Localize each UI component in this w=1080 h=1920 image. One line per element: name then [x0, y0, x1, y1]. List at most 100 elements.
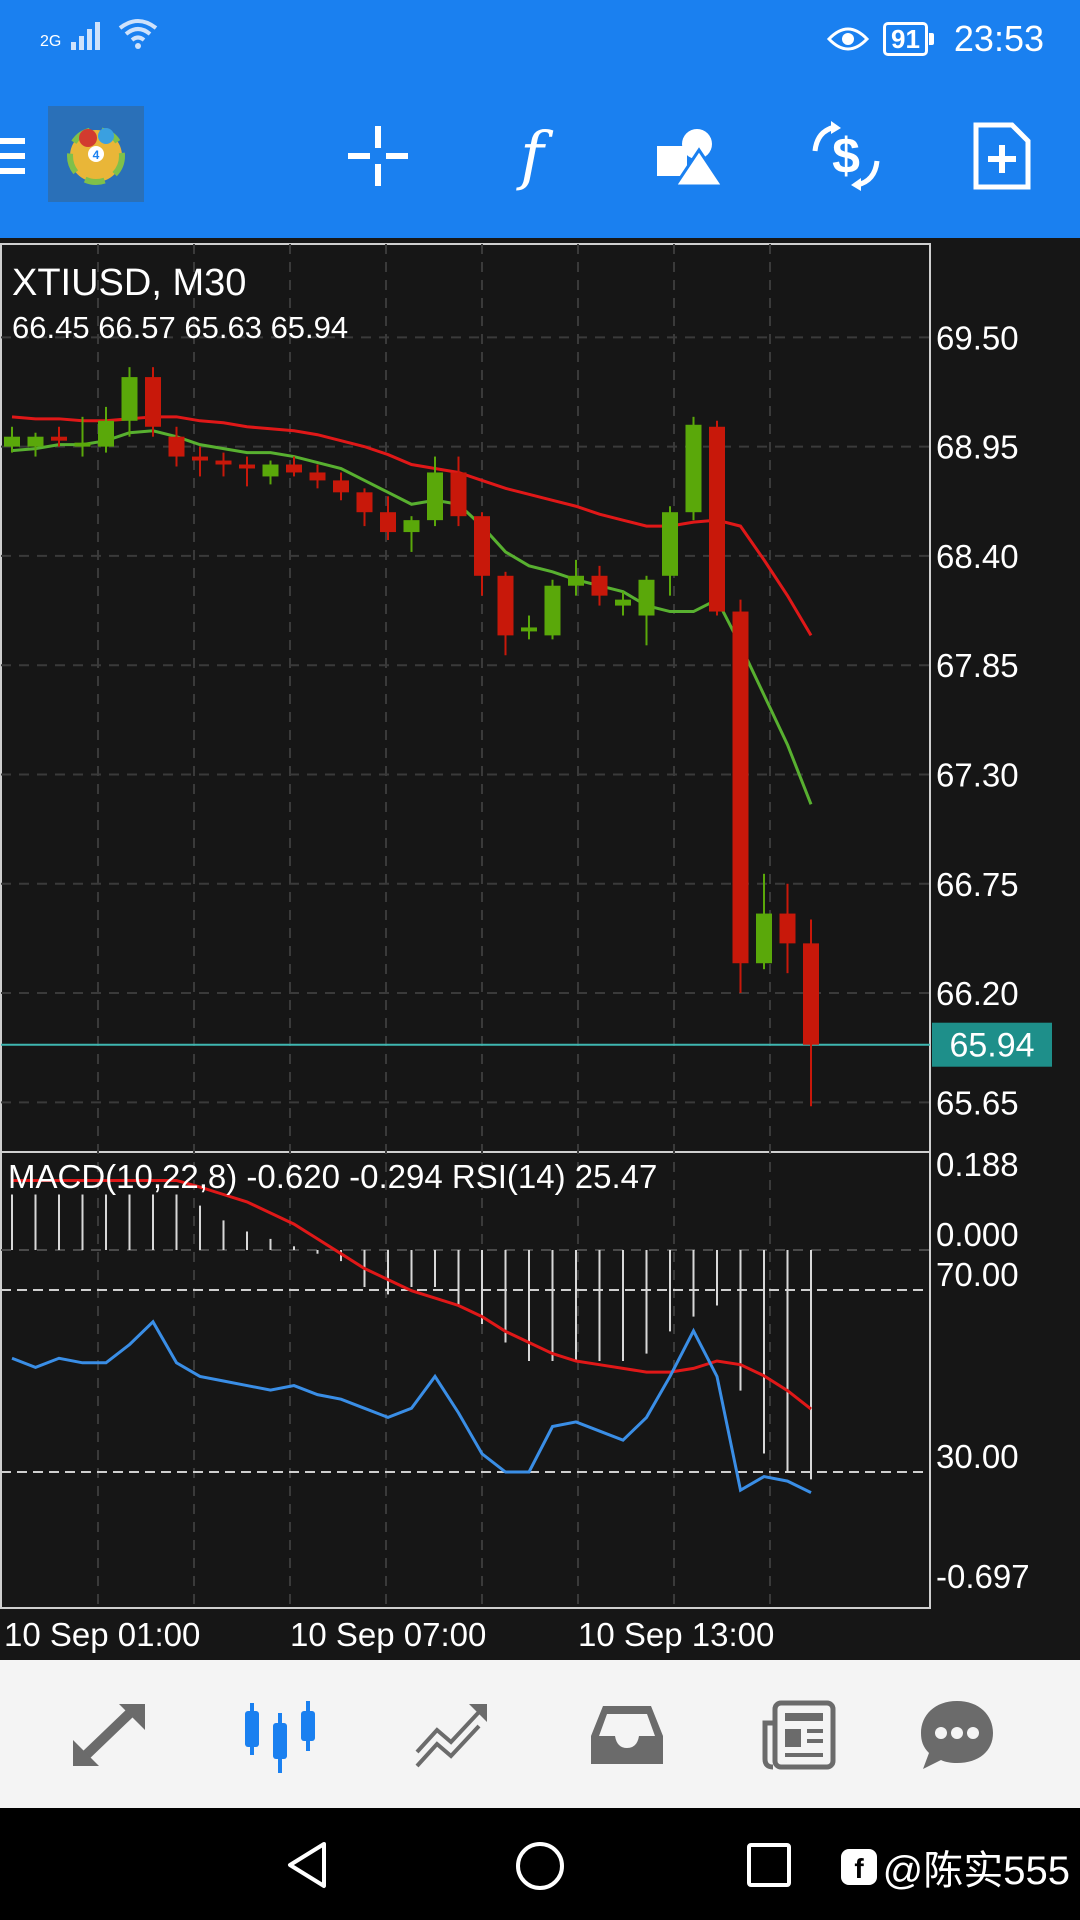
candle-body	[74, 442, 91, 447]
candle-body	[403, 520, 420, 533]
current-price-value: 65.94	[949, 1027, 1034, 1065]
symbol-button[interactable]: $	[804, 114, 888, 198]
nav-trade[interactable]	[408, 1690, 498, 1780]
candle-body	[380, 512, 396, 533]
indicator-tick-label: -0.697	[936, 1558, 1030, 1595]
shapes-icon	[657, 129, 725, 188]
nav-history[interactable]	[582, 1690, 672, 1780]
chart-symbol-title: XTIUSD, M30	[12, 262, 247, 304]
candle-body	[709, 426, 725, 612]
time-axis-label: 10 Sep 07:00	[290, 1616, 486, 1653]
candle-body	[756, 913, 772, 964]
inbox-icon	[591, 1706, 663, 1764]
candle-body	[544, 585, 561, 636]
candle-body	[262, 464, 279, 477]
newspaper-icon	[762, 1700, 836, 1770]
system-navigation-bar: f @陈实555	[0, 1808, 1080, 1920]
price-tick-label: 66.20	[936, 975, 1019, 1012]
indicator-tick-label: 70.00	[936, 1256, 1019, 1293]
macd-signal-line	[12, 1178, 812, 1411]
back-icon[interactable]	[284, 1840, 330, 1890]
candle-body	[450, 472, 467, 517]
mt4-logo[interactable]: 4	[48, 106, 144, 202]
wifi-icon	[119, 19, 158, 49]
price-tick-label: 69.50	[936, 319, 1019, 356]
watermark: f @陈实555	[839, 1838, 1070, 1896]
candle-body	[286, 464, 302, 473]
candle-body	[309, 472, 326, 481]
candle-body	[662, 512, 678, 576]
network-type: 2G	[40, 33, 62, 50]
battery-indicator: 91	[882, 22, 934, 56]
crosshair-button[interactable]	[336, 114, 420, 198]
bottom-navigation	[0, 1660, 1080, 1808]
rsi-line	[11, 1319, 812, 1494]
chart-toolbar: 4 f $	[0, 76, 1080, 238]
svg-text:$: $	[832, 128, 860, 184]
candle-body	[497, 575, 514, 636]
candle-body	[803, 943, 819, 1045]
document-plus-icon	[973, 122, 1031, 190]
objects-button[interactable]	[648, 114, 732, 198]
home-icon[interactable]	[514, 1840, 566, 1892]
price-tick-label: 65.65	[936, 1084, 1019, 1121]
svg-text:4: 4	[93, 148, 100, 162]
candle-body	[779, 913, 796, 944]
candle-body	[168, 436, 185, 457]
candle-body	[638, 579, 655, 616]
candle-body	[4, 436, 20, 447]
candles-icon	[245, 1701, 315, 1773]
recents-icon[interactable]	[746, 1842, 792, 1888]
signal-group: 2G	[40, 16, 159, 50]
eye-icon	[826, 27, 869, 51]
watermark-text: @陈实555	[882, 1849, 1070, 1893]
price-tick-label: 66.75	[936, 866, 1019, 903]
signal-icon	[71, 22, 101, 50]
nav-quotes[interactable]	[64, 1690, 154, 1780]
candle-body	[51, 436, 67, 441]
price-tick-label: 68.95	[936, 429, 1019, 466]
ohlc-values: 66.45 66.57 65.63 65.94	[12, 310, 349, 345]
candle-body	[427, 472, 443, 521]
candle-body	[145, 377, 161, 427]
candle-body	[356, 492, 373, 513]
quotes-icon	[73, 1704, 145, 1766]
candle-body	[521, 627, 537, 632]
chart-area[interactable]: 69.50 68.95 68.40 67.85 67.30 66.75 66.20 65.65…	[0, 238, 1080, 1660]
time-axis-label: 10 Sep 13:00	[578, 1616, 774, 1653]
candle-body	[27, 436, 44, 447]
chart-canvas[interactable]: 69.50 68.95 68.40 67.85 67.30 66.75 66.20 65.65…	[0, 238, 1080, 1660]
status-right: 91 23:53	[826, 18, 1044, 60]
price-tick-label: 67.85	[936, 647, 1019, 684]
nav-news[interactable]	[754, 1690, 844, 1780]
candle-body	[98, 420, 114, 447]
new-order-button[interactable]	[960, 114, 1044, 198]
weibo-logo-icon: f	[840, 1849, 877, 1885]
trade-icon	[415, 1704, 487, 1768]
function-icon: f	[520, 119, 544, 193]
svg-text:f: f	[854, 1853, 864, 1884]
price-tick-label: 68.40	[936, 538, 1019, 575]
crosshair-icon	[348, 126, 408, 186]
status-bar: 2G 91 23:53	[0, 0, 1080, 76]
globe-icon: 4	[67, 127, 125, 185]
candle-body	[192, 456, 208, 461]
candle-body	[615, 599, 631, 606]
price-tick-label: 67.30	[936, 756, 1019, 793]
candle-body	[732, 611, 749, 964]
indicators-button[interactable]: f	[490, 114, 574, 198]
menu-icon	[0, 138, 25, 174]
nav-chat[interactable]	[912, 1690, 1002, 1780]
chat-icon	[921, 1701, 993, 1769]
dollar-arrows-icon: $	[812, 121, 880, 191]
candle-body	[121, 377, 138, 421]
candle-body	[685, 424, 702, 513]
nav-chart[interactable]	[236, 1690, 326, 1780]
candle-body	[474, 516, 490, 576]
candle-body	[591, 575, 608, 596]
clock: 23:53	[953, 18, 1044, 59]
indicator-tick-label: 30.00	[936, 1438, 1019, 1475]
candle-body	[215, 460, 232, 465]
time-axis-label: 10 Sep 01:00	[4, 1616, 200, 1653]
menu-button[interactable]	[0, 114, 40, 198]
